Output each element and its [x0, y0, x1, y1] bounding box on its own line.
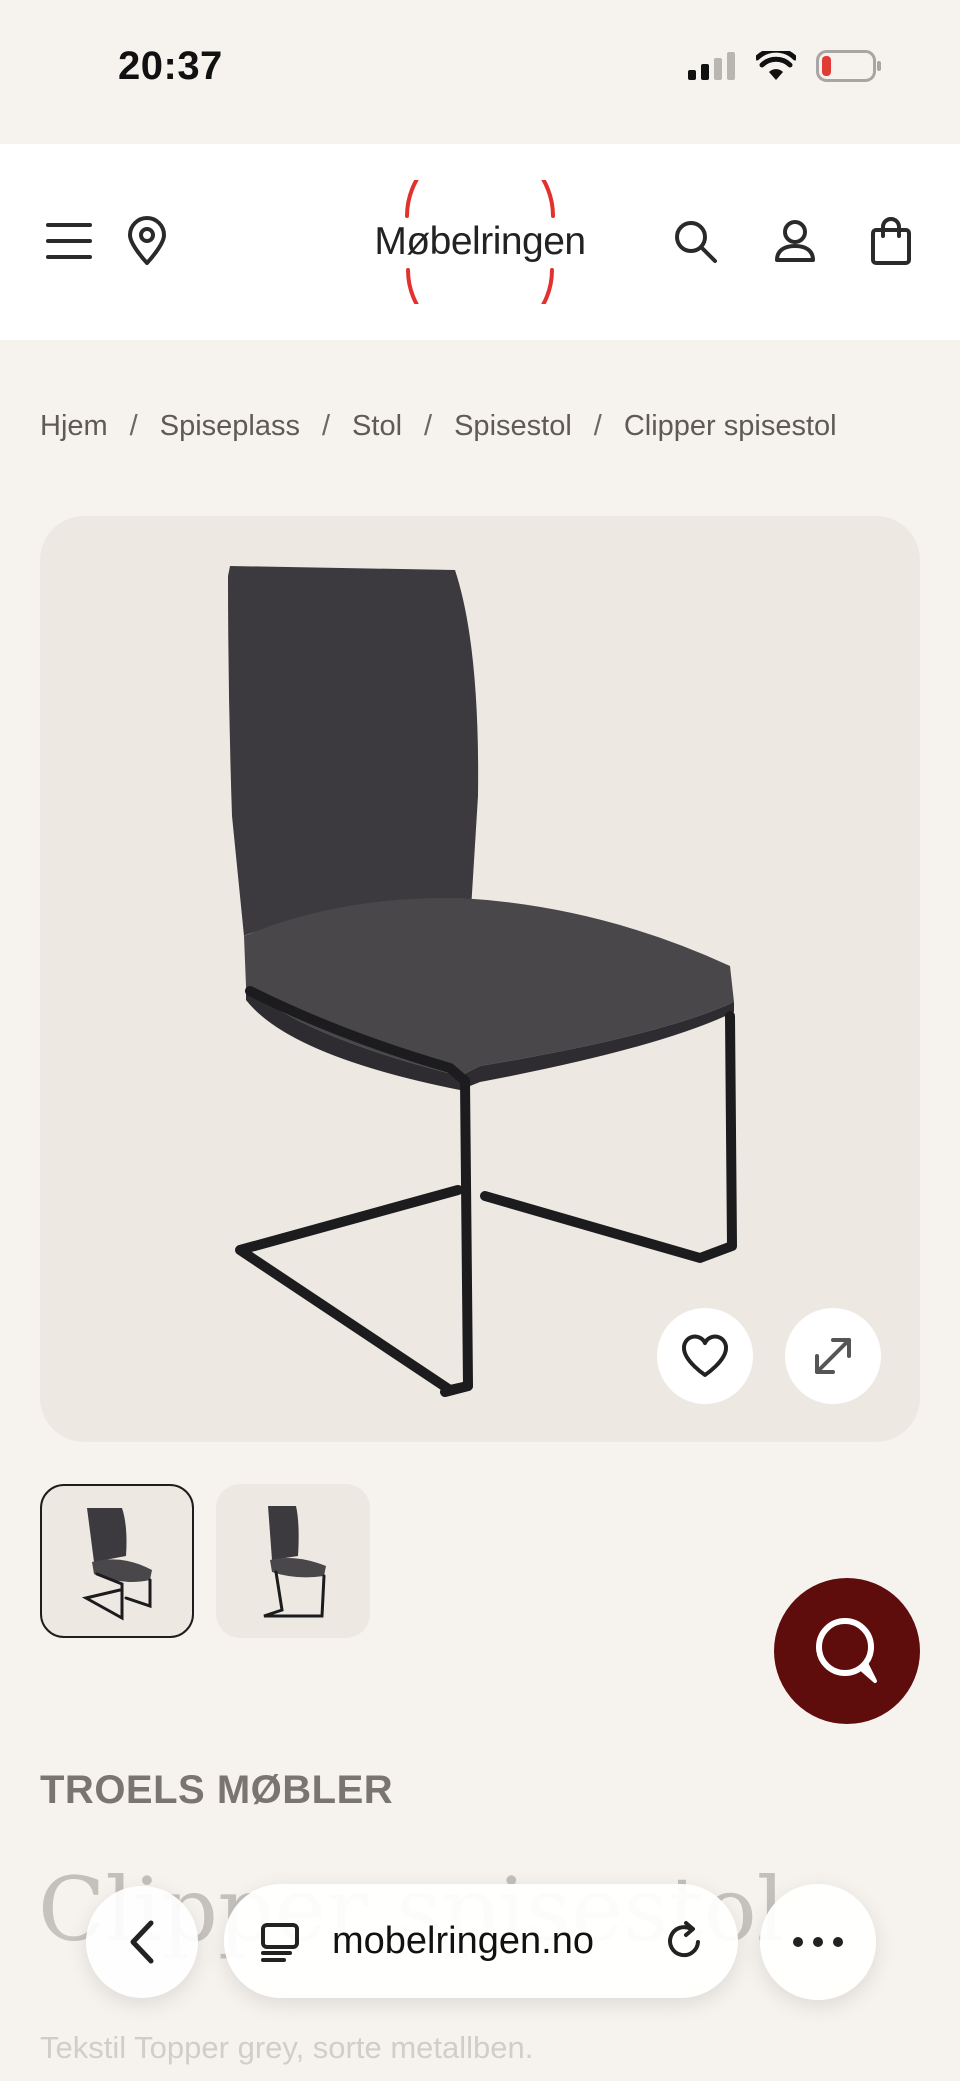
logo-text: Møbelringen: [374, 220, 586, 263]
heart-icon: [682, 1334, 728, 1377]
expand-arrows-icon: [815, 1338, 851, 1374]
reload-icon[interactable]: [664, 1920, 706, 1962]
thumbnail-1[interactable]: [40, 1484, 194, 1638]
search-icon: [675, 221, 717, 263]
location-pin-icon: [128, 216, 166, 265]
breadcrumb: Hjem / Spiseplass / Stol / Spisestol / C…: [40, 410, 837, 443]
browser-back-button[interactable]: [86, 1886, 198, 1998]
cellular-signal-icon: [688, 52, 735, 80]
url-text: mobelringen.no: [332, 1920, 594, 1962]
breadcrumb-separator: /: [129, 410, 138, 442]
favorite-button[interactable]: [657, 1308, 753, 1404]
thumbnail-chair-image: [81, 1508, 152, 1621]
user-icon: [775, 220, 815, 262]
breadcrumb-separator: /: [593, 410, 602, 442]
chat-bubble-icon: [816, 1618, 877, 1683]
store-locator-button[interactable]: [112, 206, 182, 276]
product-image-gallery[interactable]: [40, 516, 920, 1442]
status-icons: [688, 50, 882, 82]
account-button[interactable]: [760, 206, 830, 276]
cart-button[interactable]: [856, 206, 926, 276]
expand-image-button[interactable]: [785, 1308, 881, 1404]
breadcrumb-item-stol[interactable]: Stol: [352, 410, 402, 443]
wifi-icon: [756, 51, 796, 80]
menu-button[interactable]: [34, 206, 104, 276]
thumbnail-2[interactable]: [216, 1484, 370, 1638]
browser-more-button[interactable]: [760, 1884, 876, 2000]
search-button[interactable]: [660, 206, 730, 276]
thumbnail-chair-image: [263, 1506, 326, 1618]
battery-low-icon: [816, 50, 881, 82]
chat-button[interactable]: [774, 1578, 920, 1724]
breadcrumb-item-hjem[interactable]: Hjem: [40, 410, 108, 443]
chevron-left-icon: [130, 1920, 154, 1964]
breadcrumb-item-spisestol[interactable]: Spisestol: [454, 410, 572, 443]
address-bar[interactable]: mobelringen.no: [224, 1884, 738, 1998]
status-bar: 20:37: [0, 0, 960, 144]
product-description: Tekstil Topper grey, sorte metallben.: [40, 2030, 534, 2065]
more-dots-icon: [793, 1937, 843, 1947]
status-time: 20:37: [118, 44, 223, 88]
site-logo[interactable]: Møbelringen: [340, 180, 620, 304]
product-brand[interactable]: TROELS MØBLER: [40, 1768, 393, 1813]
breadcrumb-item-current[interactable]: Clipper spisestol: [624, 410, 837, 443]
shopping-bag-icon: [871, 217, 911, 265]
breadcrumb-item-spiseplass[interactable]: Spiseplass: [160, 410, 300, 443]
breadcrumb-separator: /: [424, 410, 433, 442]
site-header: Møbelringen: [0, 144, 960, 340]
product-image-chair: [228, 566, 737, 1397]
hamburger-menu-icon: [46, 223, 92, 259]
reader-icon: [261, 1923, 299, 1962]
breadcrumb-separator: /: [321, 410, 331, 442]
